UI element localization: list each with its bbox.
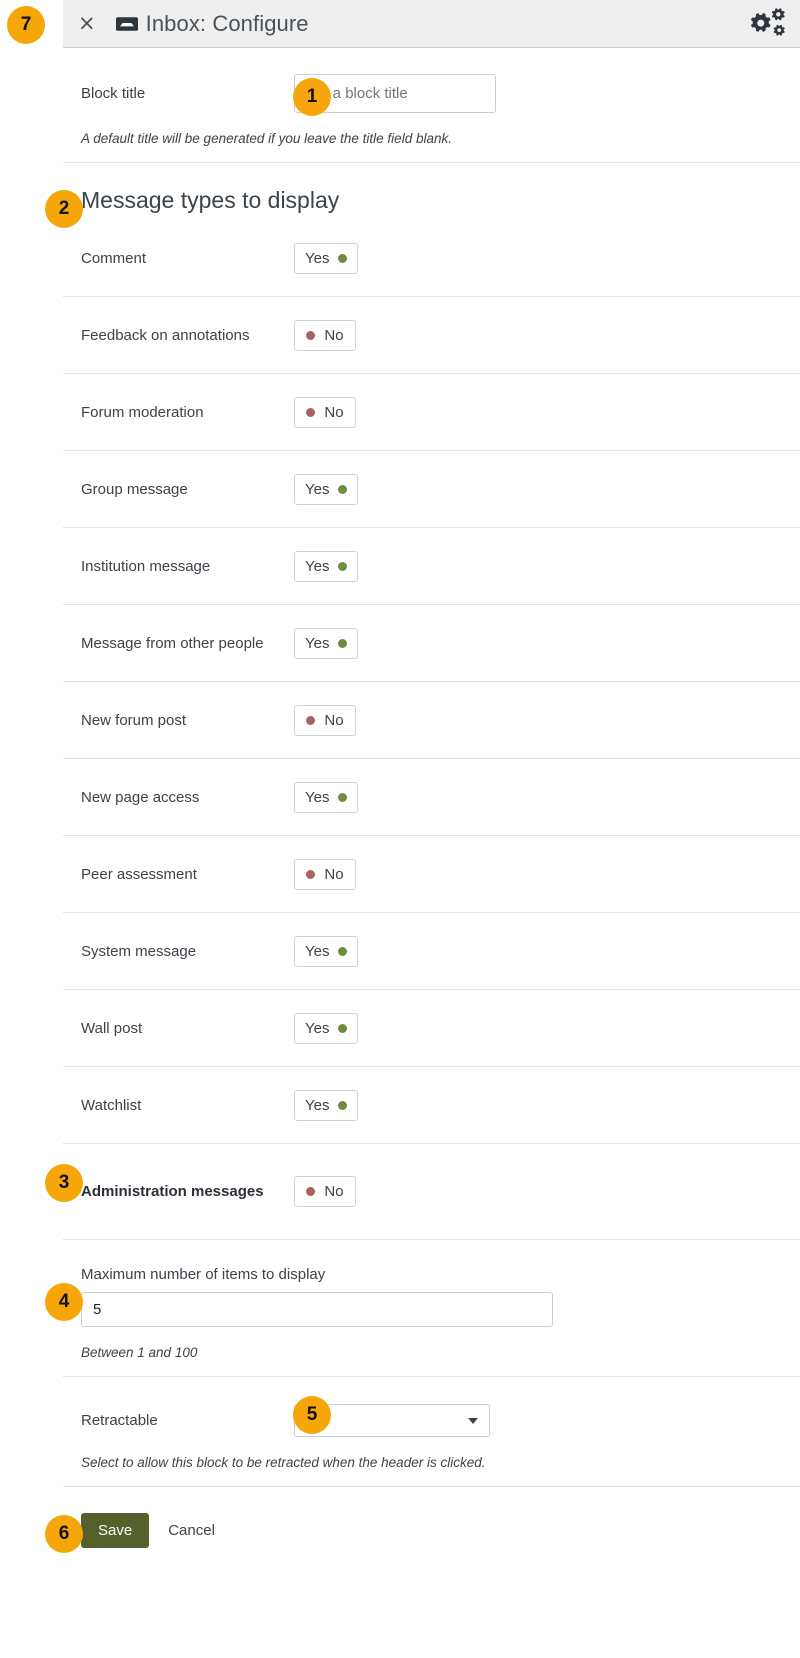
message-type-toggle[interactable]: Yes [294,1012,359,1044]
message-type-row: Peer assessment No [63,836,800,913]
retractable-label: Retractable [81,1412,158,1429]
message-type-toggle[interactable]: Yes [294,627,359,659]
message-type-toggle[interactable]: Yes [294,242,359,274]
max-items-input[interactable] [81,1292,553,1327]
toggle-value: No [324,1183,344,1200]
message-type-label: Institution message [81,557,211,575]
message-type-label: New forum post [81,711,187,729]
message-type-toggle[interactable]: No [294,396,356,428]
callout-badge-2: 2 [45,190,83,228]
message-type-row: Message from other people Yes [63,605,800,682]
toggle-value: Yes [305,480,330,498]
configure-block-modal: × Inbox: Configure Block title Set a blo… [0,0,800,1658]
callout-badge-4: 4 [45,1283,83,1321]
message-type-toggle[interactable]: No [294,704,356,736]
message-type-row: Forum moderation No [63,374,800,451]
save-button[interactable]: Save [81,1513,150,1548]
callout-badge-1: 1 [293,78,331,116]
message-type-label: New page access [81,788,200,806]
message-type-label: Wall post [81,1019,143,1037]
close-icon[interactable]: × [74,11,100,36]
toggle-value: No [324,326,344,344]
message-type-row: Group message Yes [63,451,800,528]
status-dot-off-icon [306,1187,316,1196]
toggle-value: No [324,403,344,421]
message-type-label: System message [81,942,197,960]
message-type-toggle[interactable]: No [294,319,356,351]
status-dot-on-icon [338,792,348,802]
message-type-row: System message Yes [63,913,800,990]
modal-header: × Inbox: Configure [63,0,800,48]
administration-messages-label: Administration messages [81,1183,264,1200]
page-title: Inbox: Configure [145,10,309,36]
toggle-value: Yes [305,942,330,960]
message-type-label: Feedback on annotations [81,326,250,344]
max-items-label: Maximum number of items to display [81,1266,326,1283]
status-dot-off-icon [306,407,316,417]
status-dot-on-icon [338,946,348,956]
status-dot-on-icon [338,1023,348,1033]
message-type-toggle[interactable]: No [294,858,356,890]
status-dot-on-icon [338,1100,348,1110]
toggle-value: Yes [305,1019,330,1037]
message-type-toggle[interactable]: Yes [294,473,359,505]
status-dot-on-icon [338,253,348,263]
status-dot-off-icon [306,715,316,725]
message-type-row: Institution message Yes [63,528,800,605]
message-type-label: Forum moderation [81,403,204,421]
toggle-value: Yes [305,249,330,267]
toggle-value: No [324,711,344,729]
modal-body: Block title A default title will be gene… [63,48,800,1548]
callout-badge-7: 7 [7,6,45,44]
max-items-row: Maximum number of items to display Betwe… [63,1240,800,1377]
toggle-value: Yes [305,634,330,652]
message-type-row: Wall post Yes [63,990,800,1067]
status-dot-on-icon [338,561,348,571]
toggle-value: Yes [305,1096,330,1114]
message-type-label: Peer assessment [81,865,197,883]
message-type-row: Watchlist Yes [63,1067,800,1144]
block-title-row: Block title A default title will be gene… [63,48,800,163]
message-type-row: Feedback on annotations No [63,297,800,374]
status-dot-off-icon [306,330,316,340]
block-title-label: Block title [81,85,146,102]
chevron-down-icon [468,1417,478,1424]
message-types-heading: Message types to display [81,187,340,213]
cancel-button[interactable]: Cancel [168,1522,215,1539]
message-type-label: Message from other people [81,634,264,652]
message-type-toggle[interactable]: Yes [294,935,359,967]
message-type-label: Watchlist [81,1096,142,1114]
message-type-toggle[interactable]: Yes [294,1089,359,1121]
administration-messages-toggle[interactable]: No [294,1176,356,1207]
retractable-help: Select to allow this block to be retract… [81,1455,486,1470]
message-type-row: Comment Yes [63,220,800,297]
status-dot-on-icon [338,484,348,494]
block-title-help: A default title will be generated if you… [81,131,452,146]
message-type-toggle[interactable]: Yes [294,781,359,813]
message-type-label: Group message [81,480,188,498]
callout-badge-3: 3 [45,1164,83,1202]
message-types-list: Comment Yes Feedback on annotations No Forum… [63,220,800,1144]
callout-badge-5: 5 [293,1396,331,1434]
message-type-row: New page access Yes [63,759,800,836]
gear-icon[interactable] [746,7,786,41]
toggle-value: Yes [305,788,330,806]
form-actions: Save Cancel [63,1487,800,1548]
toggle-value: No [324,865,344,883]
message-type-label: Comment [81,249,147,267]
modal-title-group: Inbox: Configure [115,10,309,37]
message-type-row: New forum post No [63,682,800,759]
status-dot-off-icon [306,869,316,879]
callout-badge-6: 6 [45,1515,83,1553]
retractable-row: Retractable No Select to allow this bloc… [63,1377,800,1487]
inbox-icon [115,14,138,34]
message-types-heading-row: Message types to display [63,163,800,220]
message-type-toggle[interactable]: Yes [294,550,359,582]
status-dot-on-icon [338,638,348,648]
administration-messages-row: Administration messages No [63,1144,800,1240]
toggle-value: Yes [305,557,330,575]
max-items-help: Between 1 and 100 [81,1345,198,1360]
